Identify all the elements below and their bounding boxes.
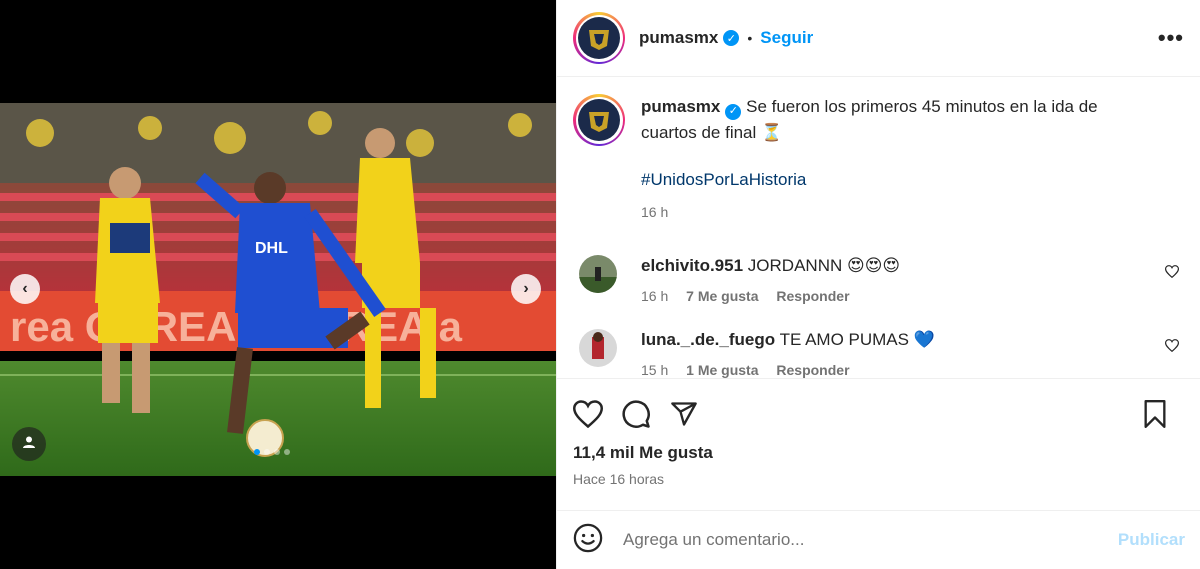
- comment-item: elchivito.951 JORDANNN 😍😍😍 16 h 7 Me gus…: [573, 254, 1185, 307]
- add-comment-bar: Publicar: [557, 510, 1200, 569]
- comment-likes[interactable]: 1 Me gusta: [686, 362, 758, 378]
- reply-button[interactable]: Responder: [776, 288, 849, 304]
- caption-username[interactable]: pumasmx: [641, 97, 720, 116]
- follow-button[interactable]: Seguir: [760, 28, 813, 48]
- bookmark-icon[interactable]: [1143, 400, 1167, 428]
- pumas-logo-icon: [578, 17, 620, 59]
- post-header: pumasmx ✓ • Seguir •••: [557, 0, 1200, 77]
- tagged-users-button[interactable]: [12, 427, 46, 461]
- avatar[interactable]: [573, 12, 625, 64]
- likes-count[interactable]: 11,4 mil Me gusta: [573, 443, 1185, 463]
- comment-input[interactable]: [623, 530, 1118, 550]
- comment-likes[interactable]: 7 Me gusta: [686, 288, 758, 304]
- carousel-dot: [264, 449, 270, 455]
- carousel-prev-button[interactable]: ‹: [10, 274, 40, 304]
- like-comment-heart-icon[interactable]: [1164, 264, 1180, 283]
- post-caption: pumasmx ✓ Se fueron los primeros 45 minut…: [573, 78, 1185, 225]
- post-photo[interactable]: rea ODREA CODREA a DHL: [0, 103, 556, 476]
- svg-text:DHL: DHL: [255, 240, 288, 257]
- comment-time: 16 h: [641, 287, 669, 304]
- emoji-icon[interactable]: [573, 523, 603, 558]
- reply-button[interactable]: Responder: [776, 362, 849, 378]
- post-panel: pumasmx ✓ • Seguir ••• pumasmx ✓ Se fuero…: [556, 0, 1200, 569]
- comment-time: 15 h: [641, 361, 669, 378]
- post-timestamp: Hace 16 horas: [573, 471, 665, 487]
- carousel-next-button[interactable]: ›: [511, 274, 541, 304]
- publish-button[interactable]: Publicar: [1118, 530, 1185, 550]
- comment-text: JORDANNN 😍😍😍: [747, 255, 901, 275]
- separator: •: [747, 30, 753, 46]
- share-paper-plane-icon[interactable]: [669, 400, 699, 428]
- comment-username[interactable]: elchivito.951: [641, 256, 743, 275]
- user-icon: [22, 435, 36, 454]
- post-actions: 11,4 mil Me gusta Hace 16 horas: [557, 378, 1200, 510]
- verified-badge-icon: ✓: [723, 30, 740, 46]
- comment-username[interactable]: luna._.de._fuego: [641, 330, 775, 349]
- caption-time: 16 h: [641, 203, 669, 220]
- carousel-dot: [254, 449, 260, 455]
- hashtag-link[interactable]: #UnidosPorLaHistoria: [641, 167, 1141, 192]
- more-options-icon[interactable]: •••: [1158, 25, 1184, 51]
- verified-badge-icon: ✓: [725, 103, 742, 120]
- like-comment-heart-icon[interactable]: [1164, 338, 1180, 357]
- media-viewer: rea ODREA CODREA a DHL ‹ ›: [0, 0, 556, 569]
- carousel-dot: [274, 449, 280, 455]
- carousel-dot: [284, 449, 290, 455]
- carousel-indicator: [254, 449, 290, 455]
- avatar[interactable]: [579, 328, 617, 367]
- avatar[interactable]: [579, 254, 617, 293]
- pumas-logo-icon: [578, 99, 620, 141]
- avatar[interactable]: [573, 94, 625, 146]
- comment-text: TE AMO PUMAS 💙: [779, 329, 935, 349]
- comment-bubble-icon[interactable]: [621, 399, 651, 429]
- comment-item: luna._.de._fuego TE AMO PUMAS 💙 15 h 1 M…: [573, 328, 1185, 379]
- header-username[interactable]: pumasmx: [639, 28, 718, 48]
- comments-section[interactable]: pumasmx ✓ Se fueron los primeros 45 minut…: [557, 78, 1200, 378]
- like-heart-icon[interactable]: [573, 400, 603, 428]
